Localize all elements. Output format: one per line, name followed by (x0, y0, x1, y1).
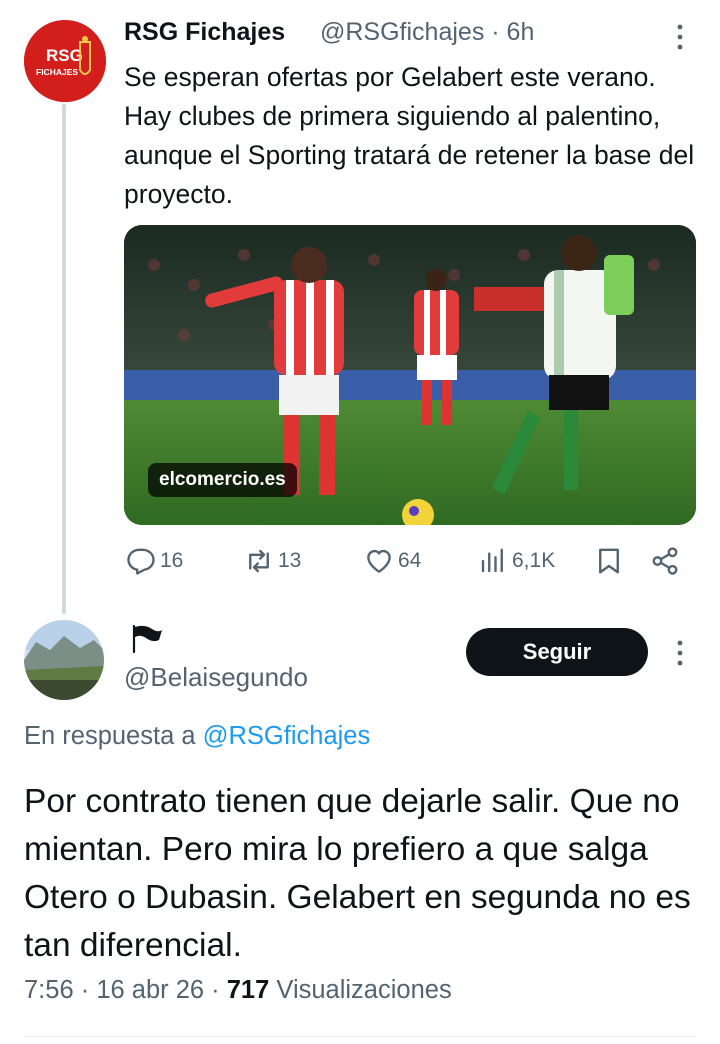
bookmark-action[interactable] (594, 540, 628, 582)
in-reply-to: En respuesta a @RSGfichajes (24, 722, 370, 751)
tweet-date[interactable]: 16 abr 26 (96, 976, 204, 1004)
tweet-time[interactable]: 7:56 (24, 976, 74, 1004)
tweet-meta-line: 7:56 · 16 abr 26 · 717 Visualizaciones (24, 976, 452, 1004)
retweet-action[interactable]: 13 (244, 540, 301, 582)
divider (24, 1036, 696, 1037)
views-label: Visualizaciones (276, 976, 452, 1004)
views-count: 6,1K (512, 549, 556, 572)
share-icon (652, 547, 678, 575)
author-display-name[interactable]: RSG Fichajes (124, 18, 285, 47)
media-source-label: elcomercio.es (148, 463, 297, 497)
flag-icon (128, 624, 164, 659)
bookmark-icon (599, 548, 619, 574)
share-action[interactable] (650, 540, 684, 582)
svg-text:FICHAJES: FICHAJES (36, 67, 78, 77)
in-reply-prefix: En respuesta a (24, 722, 203, 750)
more-icon[interactable] (672, 22, 688, 52)
follow-button[interactable]: Seguir (466, 628, 648, 676)
reply-action[interactable]: 16 (126, 540, 183, 582)
tweet-text: Se esperan ofertas por Gelabert este ver… (124, 62, 695, 209)
in-reply-mention-link[interactable]: @RSGfichajes (203, 722, 371, 750)
rsg-fichajes-avatar[interactable]: RSG FICHAJES (24, 20, 106, 102)
reply-tweet-text: Por contrato tienen que dejarle salir. Q… (24, 783, 691, 964)
like-count: 64 (398, 549, 422, 572)
views-action[interactable]: 6,1K (478, 540, 555, 582)
retweet-icon (249, 549, 269, 573)
reply-count: 16 (160, 549, 184, 572)
like-action[interactable]: 64 (364, 540, 421, 582)
reply-icon (127, 548, 155, 575)
like-icon (367, 549, 391, 573)
thread-connector-line (62, 104, 66, 614)
reply-author-handle[interactable]: @Belaisegundo (124, 662, 308, 693)
tweet-media-image[interactable]: elcomercio.es (124, 225, 696, 525)
views-total: 717 (226, 976, 270, 1004)
views-icon (481, 548, 503, 573)
more-icon[interactable] (672, 638, 688, 668)
svg-text:RSG: RSG (46, 46, 83, 65)
author-handle-time[interactable]: @RSGfichajes · 6h (320, 18, 534, 47)
retweet-count: 13 (278, 549, 302, 572)
tweet-actions-bar: 16 13 64 6,1K (124, 540, 694, 582)
belaisegundo-avatar[interactable] (24, 620, 104, 700)
